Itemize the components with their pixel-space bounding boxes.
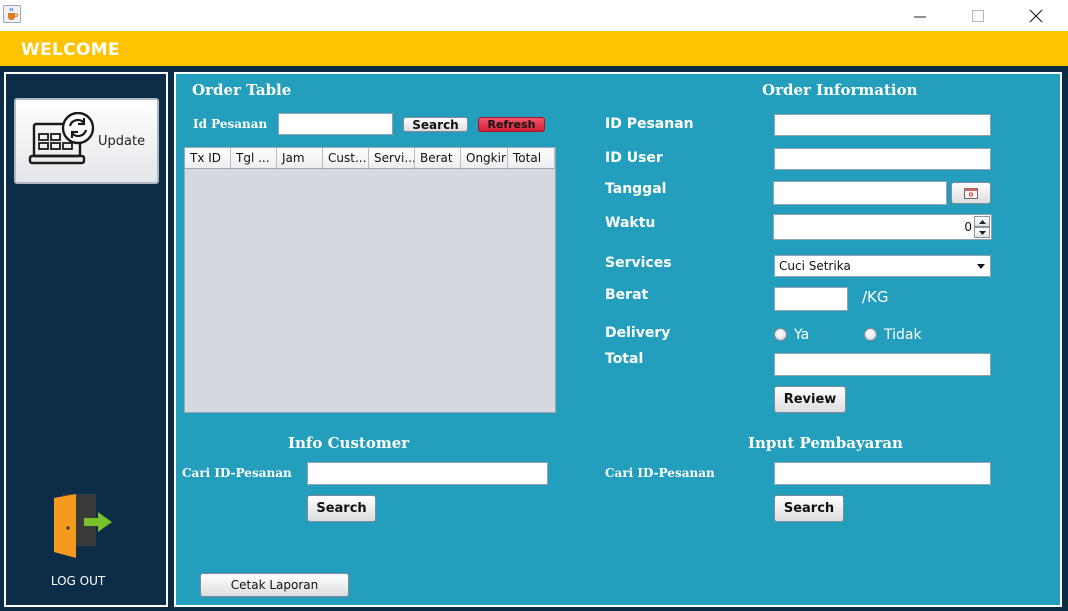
welcome-title: WELCOME — [21, 40, 120, 60]
tanggal-label: Tanggal — [605, 181, 667, 197]
table-header-tgl[interactable]: Tgl ... — [231, 148, 277, 169]
cetak-laporan-button[interactable]: Cetak Laporan — [200, 573, 349, 597]
date-picker-button[interactable] — [951, 182, 991, 204]
customer-search-button[interactable]: Search — [307, 495, 376, 522]
delivery-ya-label[interactable]: Ya — [794, 327, 809, 343]
header-bar — [0, 31, 1068, 66]
total-label: Total — [605, 351, 644, 367]
waktu-decrement-button[interactable] — [974, 227, 990, 238]
table-search-button[interactable]: Search — [403, 117, 468, 132]
id-pesanan-filter-input[interactable] — [278, 113, 393, 135]
id-pesanan-label: ID Pesanan — [605, 116, 694, 132]
customer-search-input[interactable] — [307, 462, 548, 485]
payment-search-label: Cari ID-Pesanan — [605, 466, 715, 480]
java-cup-icon — [3, 5, 21, 23]
table-header-service[interactable]: Servi... — [369, 148, 415, 169]
payment-search-button[interactable]: Search — [774, 495, 844, 522]
input-pembayaran-title: Input Pembayaran — [748, 434, 903, 452]
chevron-down-icon — [977, 263, 985, 269]
laptop-refresh-icon — [28, 111, 98, 176]
logout-label[interactable]: LOG OUT — [30, 574, 126, 588]
order-table[interactable] — [184, 147, 556, 413]
id-user-label: ID User — [605, 150, 663, 166]
waktu-label: Waktu — [605, 215, 656, 231]
delivery-tidak-radio[interactable] — [864, 328, 877, 341]
id-user-input[interactable] — [774, 148, 991, 170]
total-input[interactable] — [774, 353, 991, 376]
maximize-icon — [972, 9, 984, 22]
table-header-txid[interactable]: Tx ID — [185, 148, 231, 169]
calendar-icon — [964, 187, 978, 199]
services-label: Services — [605, 255, 672, 271]
delivery-tidak-label[interactable]: Tidak — [884, 327, 922, 343]
door-exit-icon[interactable] — [50, 492, 118, 566]
tanggal-input[interactable] — [773, 181, 947, 205]
table-header-berat[interactable]: Berat — [415, 148, 461, 169]
order-table-title: Order Table — [192, 81, 292, 99]
table-header-total[interactable]: Total — [508, 148, 555, 169]
waktu-value[interactable]: 0 — [880, 220, 972, 234]
info-customer-title: Info Customer — [288, 434, 410, 452]
delivery-label: Delivery — [605, 325, 671, 341]
table-header-customer[interactable]: Cust... — [323, 148, 369, 169]
payment-search-input[interactable] — [774, 462, 991, 485]
close-button[interactable] — [1006, 0, 1066, 31]
table-header-ongkir[interactable]: Ongkir — [461, 148, 508, 169]
id-pesanan-input[interactable] — [774, 114, 991, 136]
order-information-title: Order Information — [762, 81, 918, 99]
table-header-jam[interactable]: Jam — [277, 148, 323, 169]
minimize-button[interactable] — [890, 0, 950, 31]
review-button[interactable]: Review — [774, 386, 846, 413]
arrow-up-icon — [978, 219, 986, 224]
berat-input[interactable] — [774, 287, 848, 311]
customer-search-label: Cari ID-Pesanan — [182, 466, 292, 480]
update-label: Update — [98, 134, 146, 149]
close-icon — [1029, 9, 1043, 22]
arrow-down-icon — [978, 230, 986, 235]
delivery-ya-radio[interactable] — [774, 328, 787, 341]
waktu-increment-button[interactable] — [974, 216, 990, 227]
services-selected-value[interactable]: Cuci Setrika — [779, 259, 851, 273]
berat-unit: /KG — [862, 288, 889, 306]
maximize-button[interactable] — [948, 0, 1008, 31]
services-dropdown-button[interactable] — [973, 257, 989, 275]
berat-label: Berat — [605, 287, 649, 303]
minimize-icon — [914, 16, 926, 17]
refresh-button[interactable]: Refresh — [478, 117, 545, 132]
id-pesanan-filter-label: Id Pesanan — [193, 117, 268, 131]
